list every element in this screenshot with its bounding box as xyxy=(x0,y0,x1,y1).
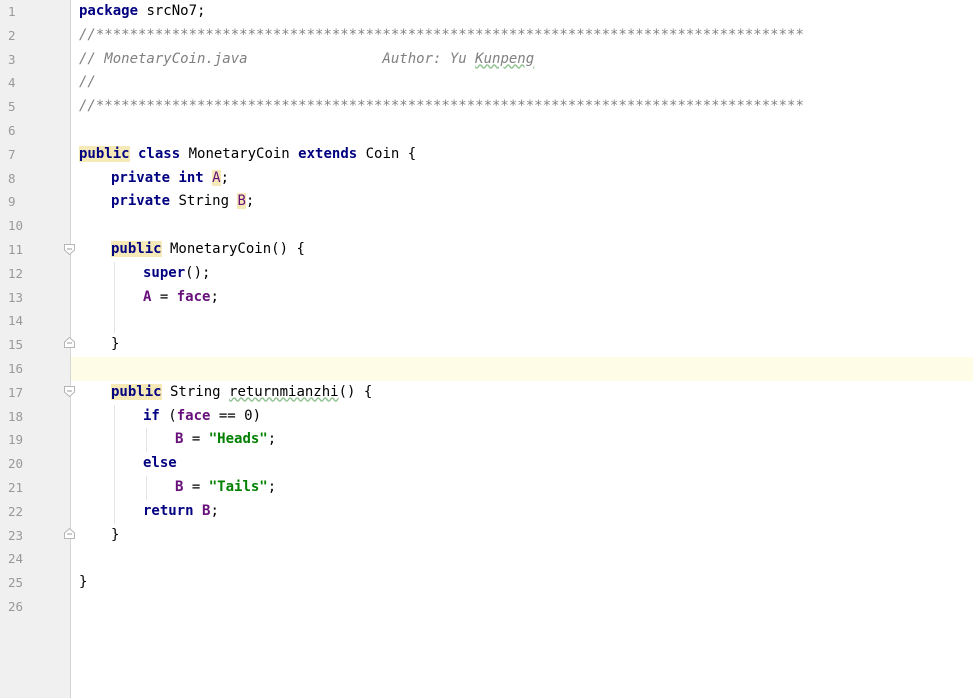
code-line: private int A; xyxy=(111,167,229,191)
code-text: srcNo7; xyxy=(138,3,206,19)
code-line: package srcNo7; xyxy=(79,0,205,24)
comment-line: //**************************************… xyxy=(79,98,804,115)
code-text: () { xyxy=(338,383,373,400)
line-number-gutter: 1 2 3 4 5 6 7 8 9 10 11 12 13 14 15 16 1… xyxy=(0,0,75,698)
code-text: (); xyxy=(185,264,211,281)
line-number: 1 xyxy=(8,4,16,19)
code-text: ( xyxy=(159,407,177,424)
keyword: else xyxy=(143,455,177,472)
keyword: super xyxy=(143,264,186,281)
current-line-highlight xyxy=(71,357,973,381)
line-number: 20 xyxy=(8,456,24,472)
line-number: 26 xyxy=(8,599,24,614)
keyword: if xyxy=(143,407,160,424)
code-text: ; xyxy=(245,193,255,210)
code-line: public class MonetaryCoin extends Coin { xyxy=(79,143,416,167)
code-text: ; xyxy=(220,169,230,186)
code-line: } xyxy=(111,336,120,353)
keyword: public xyxy=(111,383,162,400)
line-number: 16 xyxy=(8,361,24,376)
comment-text: // MonetaryCoin.java Author: Yu xyxy=(79,50,476,67)
code-line: B = "Tails"; xyxy=(175,476,276,500)
line-number: 17 xyxy=(8,384,24,400)
line-number: 6 xyxy=(8,123,16,138)
code-area[interactable]: package srcNo7; //**********************… xyxy=(71,0,973,698)
line-number: 25 xyxy=(8,575,24,591)
code-line: public MonetaryCoin() { xyxy=(111,238,305,262)
method-name: returnmianzhi xyxy=(229,383,339,400)
line-number: 10 xyxy=(8,218,24,234)
code-text: MonetaryCoin xyxy=(180,145,299,162)
code-text: = xyxy=(183,431,209,448)
line-number: 9 xyxy=(8,194,16,210)
code-line: return B; xyxy=(143,500,219,524)
keyword: return xyxy=(143,502,194,519)
keyword: package xyxy=(79,3,139,19)
code-line: A = face; xyxy=(143,286,219,310)
code-editor[interactable]: 1 2 3 4 5 6 7 8 9 10 11 12 13 14 15 16 1… xyxy=(0,0,973,698)
code-line: } xyxy=(79,574,88,591)
code-text: ; xyxy=(267,479,277,495)
code-text: MonetaryCoin() { xyxy=(161,241,305,257)
string-literal: "Heads" xyxy=(208,431,268,448)
line-number: 18 xyxy=(8,408,24,424)
code-text: ; xyxy=(210,288,219,305)
line-number: 5 xyxy=(8,99,16,115)
comment-line: // xyxy=(79,74,96,91)
code-text: String xyxy=(170,193,238,210)
field-name: A xyxy=(212,169,221,186)
line-number: 8 xyxy=(8,170,16,186)
code-text: == 0) xyxy=(210,407,262,424)
code-line: super(); xyxy=(143,262,210,286)
line-number: 2 xyxy=(8,27,16,43)
keyword: int xyxy=(170,169,204,186)
code-line: else xyxy=(143,452,177,476)
code-line: private String B; xyxy=(111,190,254,214)
line-number: 12 xyxy=(8,265,24,281)
code-text: ; xyxy=(267,431,277,448)
comment-line: //**************************************… xyxy=(79,26,804,43)
code-text: Coin { xyxy=(357,145,417,162)
line-number: 24 xyxy=(8,551,24,567)
field-name: face xyxy=(176,288,211,305)
code-line: public String returnmianzhi() { xyxy=(111,381,372,405)
line-number: 4 xyxy=(8,75,16,91)
line-number: 11 xyxy=(8,242,24,257)
keyword: private xyxy=(111,169,171,186)
string-literal: "Tails" xyxy=(208,479,268,495)
code-text: String xyxy=(161,383,230,400)
code-line: if (face == 0) xyxy=(143,405,261,429)
field-name: B xyxy=(237,193,246,210)
field-name: face xyxy=(176,407,211,424)
typo-word: Kunpeng xyxy=(475,50,535,67)
line-number: 23 xyxy=(8,527,24,543)
code-line: B = "Heads"; xyxy=(175,428,276,452)
line-number: 7 xyxy=(8,146,16,162)
keyword: public xyxy=(111,241,162,257)
line-number: 21 xyxy=(8,480,24,495)
line-number: 22 xyxy=(8,503,24,519)
keyword: public xyxy=(79,145,130,162)
keyword: class xyxy=(129,145,181,162)
code-text: = xyxy=(151,288,177,305)
line-number: 14 xyxy=(8,313,24,329)
code-text: ; xyxy=(210,502,219,519)
keyword: extends xyxy=(298,145,358,162)
line-number: 19 xyxy=(8,432,24,448)
line-number: 3 xyxy=(8,51,16,67)
line-number: 13 xyxy=(8,289,24,305)
keyword: private xyxy=(111,193,171,210)
comment-line: // MonetaryCoin.java Author: Yu Kunpeng xyxy=(79,48,534,72)
line-number: 15 xyxy=(8,337,24,353)
code-text: = xyxy=(183,479,209,495)
code-line: } xyxy=(111,526,120,543)
